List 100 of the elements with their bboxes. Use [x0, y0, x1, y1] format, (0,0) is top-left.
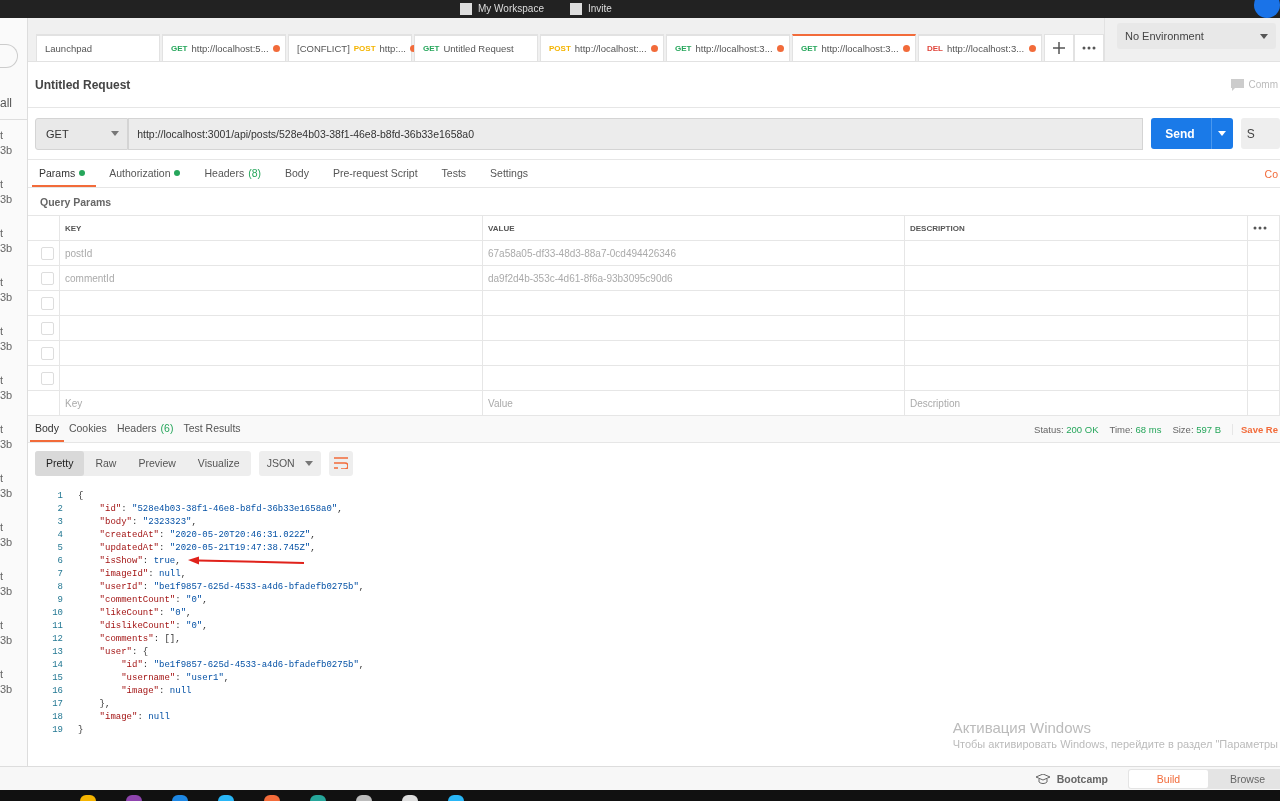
section-tab[interactable]: Tests	[434, 160, 478, 187]
checkbox[interactable]	[41, 296, 54, 310]
taskbar-icon[interactable]	[448, 795, 464, 801]
section-tab[interactable]: Pre-request Script	[325, 160, 429, 187]
taskbar-icon[interactable]	[80, 795, 96, 801]
sidebar-item[interactable]: t 3b	[0, 177, 27, 218]
sidebar-item[interactable]: t 3b	[0, 520, 27, 561]
value-cell[interactable]	[483, 291, 905, 316]
mode-button[interactable]: Browse	[1208, 769, 1280, 788]
sidebar-item[interactable]: t 3b	[0, 471, 27, 512]
code-line: "user": {	[98, 646, 149, 659]
plus-icon[interactable]	[1044, 34, 1074, 61]
code-line: "id": "528e4b03-38f1-46e8-b8fd-36b33e1658a0",	[98, 503, 343, 516]
sidebar-item[interactable]: t 3b	[0, 618, 27, 659]
code-line: "comments": [],	[98, 633, 181, 646]
column-header: KEY	[60, 216, 483, 241]
section-tab[interactable]: Headers (8)	[197, 160, 273, 187]
bootcamp-button[interactable]: Bootcamp	[1035, 772, 1108, 785]
section-tab[interactable]: Body	[278, 160, 320, 187]
description-cell[interactable]	[905, 241, 1248, 266]
more-icon[interactable]	[1248, 216, 1280, 241]
taskbar-icon[interactable]	[310, 795, 326, 801]
checkbox[interactable]	[41, 271, 54, 285]
environment-select[interactable]: No Environment	[1117, 23, 1276, 49]
taskbar-icon[interactable]	[218, 795, 234, 801]
section-title: Query Params	[39, 194, 113, 210]
column-header: DESCRIPTION	[905, 216, 1248, 241]
description-cell[interactable]	[905, 316, 1248, 341]
checkbox[interactable]	[41, 346, 54, 360]
view-mode-button[interactable]: Preview	[127, 450, 187, 476]
key-cell[interactable]	[60, 316, 483, 341]
filter-tab[interactable]: all	[0, 96, 27, 120]
section-tab[interactable]: Authorization	[102, 160, 192, 187]
table-cell	[1248, 291, 1280, 316]
code-line: },	[98, 698, 111, 711]
response-tab[interactable]: Test Results	[178, 416, 246, 442]
line-number: 9	[56, 594, 63, 607]
line-number: 15	[51, 672, 63, 685]
save-button[interactable]: S	[1240, 118, 1280, 149]
description-cell[interactable]	[905, 291, 1248, 316]
code-line: "username": "user1",	[120, 672, 230, 685]
code-line: "image": null	[98, 711, 170, 724]
workspace-label[interactable]: My Workspace	[460, 2, 544, 16]
request-tab[interactable]: GET http://localhost:3...	[666, 34, 790, 61]
response-tab[interactable]: Cookies	[63, 416, 112, 442]
send-button[interactable]: Send	[1151, 118, 1233, 149]
line-number: 11	[51, 620, 63, 633]
method-select[interactable]: GET	[35, 117, 129, 150]
response-tab[interactable]: Body	[30, 416, 64, 442]
response-stat: Time: 68 ms	[1109, 423, 1162, 435]
view-mode-button[interactable]: Pretty	[35, 450, 85, 476]
view-mode-button[interactable]: Visualize	[186, 450, 251, 476]
sidebar-item[interactable]: t 3b	[0, 373, 27, 414]
section-tab[interactable]: Settings	[483, 160, 540, 187]
description-cell[interactable]	[905, 366, 1248, 391]
request-tab[interactable]: GET http://localhost:3...	[792, 34, 916, 61]
more-icon[interactable]	[1074, 34, 1104, 61]
taskbar-icon[interactable]	[264, 795, 280, 801]
taskbar-icon[interactable]	[356, 795, 372, 801]
taskbar-icon[interactable]	[402, 795, 418, 801]
sidebar-item[interactable]: t 3b	[0, 569, 27, 610]
request-tab[interactable]: POST http://localhost:...	[540, 34, 664, 61]
line-number: 19	[51, 724, 63, 737]
key-cell[interactable]	[60, 291, 483, 316]
value-cell[interactable]	[483, 341, 905, 366]
description-cell[interactable]	[905, 266, 1248, 291]
code-line: "body": "2323323",	[98, 516, 197, 529]
invite-button[interactable]: Invite	[569, 2, 612, 16]
key-cell[interactable]	[60, 341, 483, 366]
sidebar-item[interactable]: t 3b	[0, 422, 27, 463]
request-tab[interactable]: GET http://localhost:5...	[162, 34, 286, 61]
activation-text: Чтобы активировать Windows, перейдите в раздел "Параметры	[952, 738, 1278, 750]
value-cell[interactable]	[483, 366, 905, 391]
table-cell	[1248, 341, 1280, 366]
sidebar-item[interactable]: t 3b	[0, 226, 27, 267]
sidebar-item[interactable]: t 3b	[0, 667, 27, 708]
line-number: 13	[51, 646, 63, 659]
sidebar-item[interactable]: t 3b	[0, 324, 27, 365]
url-field[interactable]: http://localhost:3001/api/posts/528e4b03-38f1-46e8-b8fd-36b33e1658a0	[128, 117, 1144, 150]
request-tab[interactable]: Launchpad	[36, 34, 160, 61]
section-tab[interactable]: Params	[32, 160, 97, 187]
description-cell[interactable]	[905, 341, 1248, 366]
key-cell[interactable]	[60, 366, 483, 391]
format-select[interactable]: JSON	[258, 450, 321, 476]
checkbox[interactable]	[41, 371, 54, 385]
view-mode-button[interactable]: Raw	[84, 450, 128, 476]
request-tab[interactable]: GET Untitled Request	[414, 34, 538, 61]
wrap-icon[interactable]	[328, 450, 353, 476]
request-tab[interactable]: [CONFLICT] POST http:...	[288, 34, 412, 61]
code-line: "likeCount": "0",	[98, 607, 192, 620]
request-tab[interactable]: DEL http://localhost:3...	[918, 34, 1042, 61]
response-stat: Size: 597 B	[1172, 423, 1221, 435]
checkbox[interactable]	[41, 321, 54, 335]
request-title: Untitled Request	[35, 77, 131, 92]
line-number: 14	[51, 659, 63, 672]
sidebar-item[interactable]: t 3b	[0, 128, 27, 169]
value-cell[interactable]	[483, 316, 905, 341]
response-tab[interactable]: Headers (6)	[111, 416, 179, 442]
checkbox[interactable]	[41, 246, 54, 260]
sidebar-item[interactable]: t 3b	[0, 275, 27, 316]
